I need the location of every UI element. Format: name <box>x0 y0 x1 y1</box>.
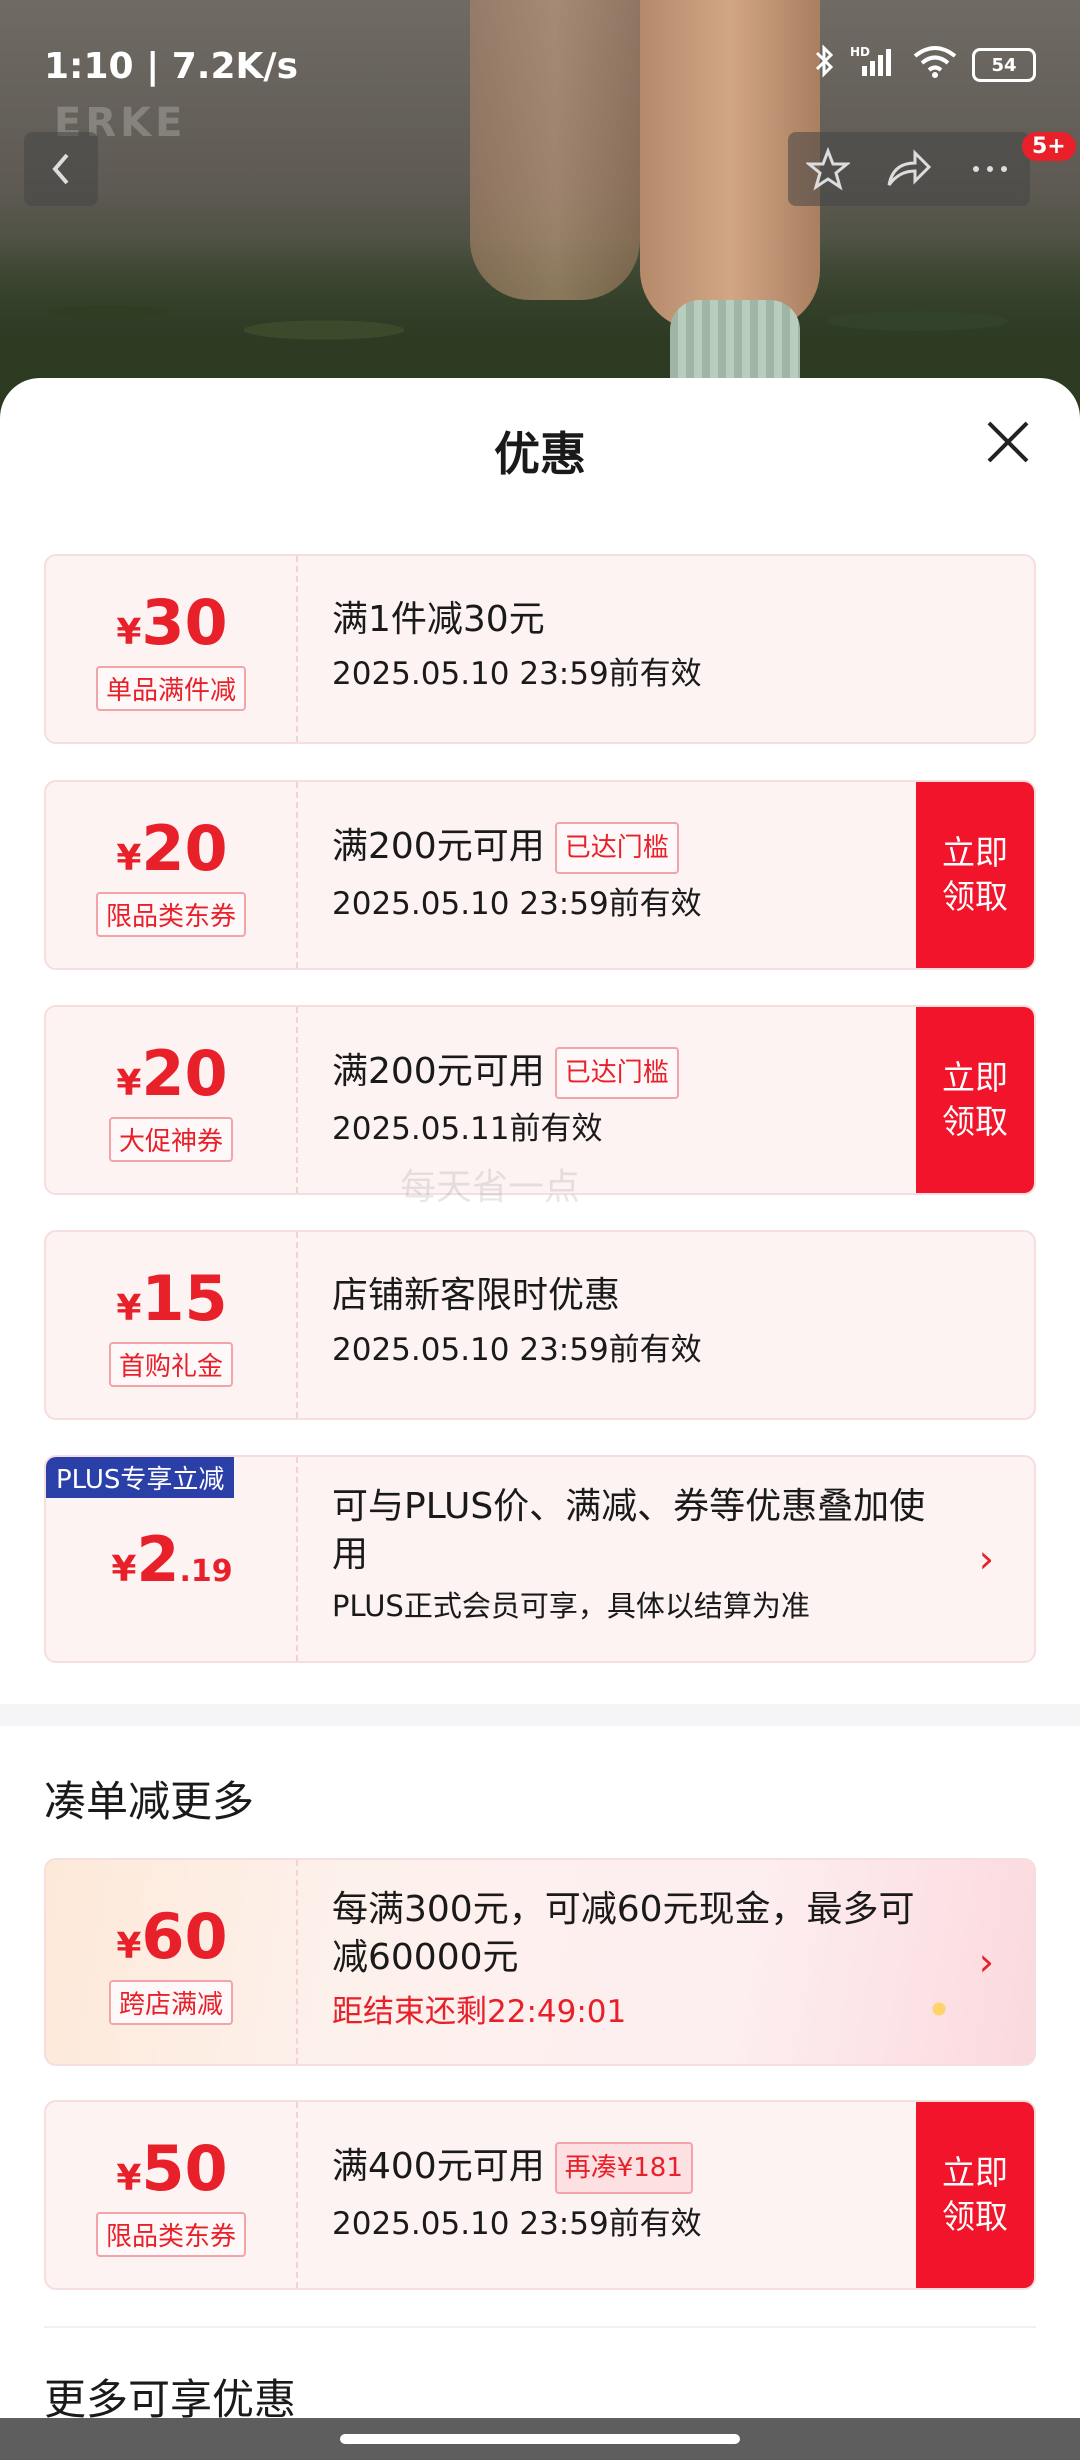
coupon-card: ¥30 单品满件减 满1件减30元 2025.05.10 23:59前有效 <box>44 554 1036 744</box>
coupon-validity: 2025.05.11前有效 <box>332 1111 603 1147</box>
coupon-title: 每满300元，可减60元现金，最多可减60000元 <box>332 1889 915 1978</box>
coupon-type-tag: 单品满件减 <box>95 666 247 711</box>
coupon-info: 每满300元，可减60元现金，最多可减60000元 距结束还剩22:49:01 <box>332 1886 932 2031</box>
coupon-card: ¥50 限品类东券 满400元可用 再凑¥181 2025.05.10 23:59… <box>44 2100 1036 2290</box>
coupon-amount: ¥15 <box>116 1262 228 1335</box>
status-bar: 1:10 | 7.2K/s HD 54 <box>0 0 1080 130</box>
back-button[interactable] <box>24 132 98 206</box>
top-actions <box>788 132 1030 206</box>
coupon-value-block: ¥50 限品类东券 <box>46 2102 298 2288</box>
coupon-amount: ¥50 <box>116 2132 228 2205</box>
more-icon <box>973 166 1008 172</box>
coupon-title: 满200元可用 已达门槛 <box>332 822 892 874</box>
chevron-right-icon: › <box>978 1537 994 1581</box>
coupon-type-tag: 首购礼金 <box>108 1342 234 1387</box>
add-more-pill: 再凑¥181 <box>554 2142 693 2194</box>
signal-icon: HD <box>850 44 898 86</box>
coupon-info: 满1件减30元 2025.05.10 23:59前有效 <box>332 596 892 693</box>
coupon-value-block: ¥60 跨店满减 <box>46 1860 298 2064</box>
share-button[interactable] <box>885 147 933 191</box>
plus-exclusive-tag: PLUS专享立减 <box>46 1457 235 1498</box>
close-button[interactable] <box>986 420 1030 464</box>
cross-store-discount-card[interactable]: ¥60 跨店满减 每满300元，可减60元现金，最多可减60000元 距结束还剩… <box>44 1858 1036 2066</box>
coupon-amount: ¥20 <box>116 812 228 885</box>
claim-button[interactable]: 立即 领取 <box>916 2102 1034 2288</box>
separator-line <box>44 2326 1036 2328</box>
chevron-right-icon: › <box>978 1940 994 1984</box>
threshold-reached-pill: 已达门槛 <box>554 822 679 874</box>
more-button[interactable] <box>968 147 1012 191</box>
threshold-reached-pill: 已达门槛 <box>554 1047 679 1099</box>
coupon-value-block: ¥30 单品满件减 <box>46 556 298 742</box>
status-time: 1:10 | 7.2K/s <box>44 46 299 87</box>
coupon-type-tag: 跨店满减 <box>108 1980 234 2025</box>
bluetooth-icon <box>814 44 836 86</box>
firework-decoration <box>894 1964 984 2054</box>
coupon-amount: ¥30 <box>116 586 228 659</box>
plus-discount-card[interactable]: PLUS专享立减 ¥2.19 可与PLUS价、满减、券等优惠叠加使用 PLUS正… <box>44 1455 1036 1663</box>
coupon-value-block: ¥15 首购礼金 <box>46 1232 298 1418</box>
wifi-icon <box>912 44 958 86</box>
coupon-amount: ¥2.19 <box>111 1523 233 1596</box>
coupon-title: 可与PLUS价、满减、券等优惠叠加使用 <box>332 1486 926 1575</box>
coupon-value-block: ¥20 限品类东券 <box>46 782 298 968</box>
coupon-type-tag: 限品类东券 <box>95 892 247 937</box>
coupon-info: 可与PLUS价、满减、券等优惠叠加使用 PLUS正式会员可享，具体以结算为准 <box>332 1483 932 1625</box>
hd-label: HD <box>850 45 870 59</box>
coupon-validity: 2025.05.10 23:59前有效 <box>332 1332 702 1368</box>
coupon-validity: 2025.05.10 23:59前有效 <box>332 656 702 692</box>
chevron-left-icon <box>52 153 69 185</box>
coupon-value-block: ¥20 大促神券 <box>46 1007 298 1193</box>
section-divider <box>0 1704 1080 1726</box>
coupon-info: 满200元可用 已达门槛 2025.05.10 23:59前有效 <box>332 822 892 923</box>
status-icons: HD 54 <box>814 44 1036 86</box>
coupon-validity: 2025.05.10 23:59前有效 <box>332 2206 702 2242</box>
coupon-validity: 2025.05.10 23:59前有效 <box>332 886 702 922</box>
section-title-more: 凑单减更多 <box>44 1777 255 1826</box>
favorite-button[interactable] <box>805 147 850 191</box>
coupon-title: 满200元可用 已达门槛 <box>332 1047 892 1099</box>
share-icon <box>887 149 932 186</box>
coupon-validity: PLUS正式会员可享，具体以结算为准 <box>332 1589 810 1623</box>
coupon-title: 店铺新客限时优惠 <box>332 1275 621 1316</box>
coupon-type-tag: 限品类东券 <box>95 2212 247 2257</box>
sheet-title: 优惠 <box>494 427 586 481</box>
coupon-card: ¥15 首购礼金 店铺新客限时优惠 2025.05.10 23:59前有效 <box>44 1230 1036 1420</box>
countdown-timer: 距结束还剩22:49:01 <box>332 1994 627 2030</box>
watermark-text: 每天省一点 <box>400 1167 581 1208</box>
star-icon <box>805 147 850 191</box>
coupon-card: ¥20 限品类东券 满200元可用 已达门槛 2025.05.10 23:59前有… <box>44 780 1036 970</box>
claim-button[interactable]: 立即 领取 <box>916 1007 1034 1193</box>
close-icon <box>987 421 1029 463</box>
coupon-amount: ¥20 <box>116 1037 228 1110</box>
coupon-title: 满400元可用 再凑¥181 <box>332 2142 892 2194</box>
claim-button[interactable]: 立即 领取 <box>916 782 1034 968</box>
coupon-amount: ¥60 <box>116 1900 228 1973</box>
coupon-type-tag: 大促神券 <box>108 1117 234 1162</box>
coupon-info: 满200元可用 已达门槛 2025.05.11前有效 <box>332 1047 892 1148</box>
coupon-title: 满1件减30元 <box>332 599 545 640</box>
battery-icon: 54 <box>972 48 1036 82</box>
coupon-info: 店铺新客限时优惠 2025.05.10 23:59前有效 <box>332 1272 892 1369</box>
message-count-badge: 5+ <box>1022 132 1076 161</box>
home-indicator[interactable] <box>340 2434 740 2444</box>
coupon-info: 满400元可用 再凑¥181 2025.05.10 23:59前有效 <box>332 2142 892 2243</box>
